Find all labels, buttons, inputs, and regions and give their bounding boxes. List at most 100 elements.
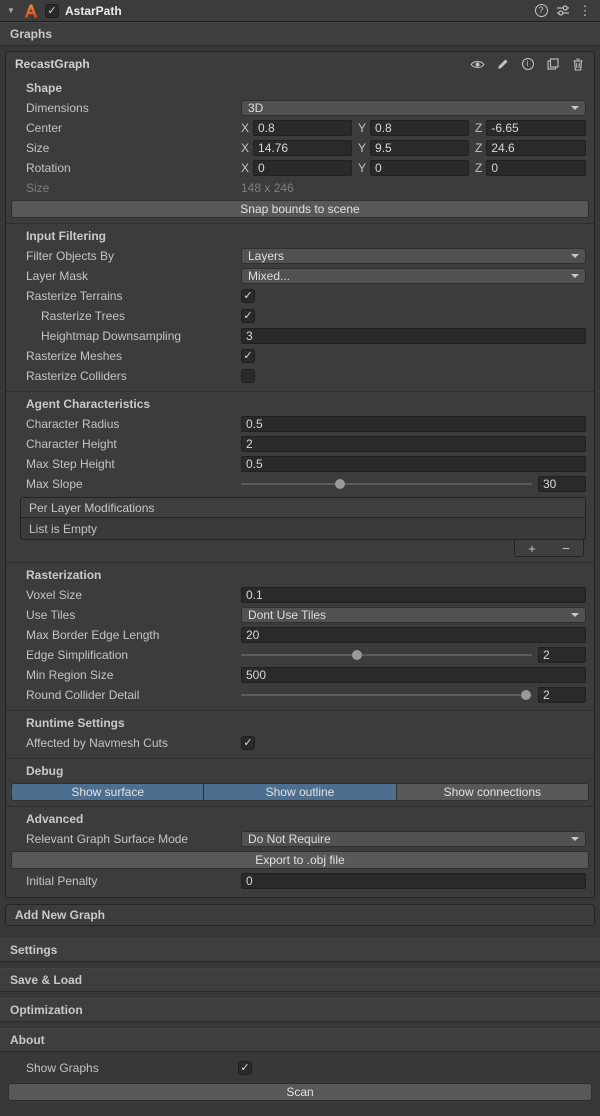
y-axis-label: Y xyxy=(358,141,366,155)
size-readonly-value: 148 x 246 xyxy=(241,181,294,195)
voxel-size-field[interactable]: 0.1 xyxy=(241,587,586,603)
divider xyxy=(6,223,594,224)
rotation-x-field[interactable]: 0 xyxy=(253,160,352,176)
show-graphs-checkbox[interactable]: ✓ xyxy=(238,1061,252,1075)
max-slope-field[interactable]: 30 xyxy=(538,476,586,492)
rasterize-colliders-label: Rasterize Colliders xyxy=(26,369,241,383)
divider xyxy=(6,758,594,759)
agent-characteristics-heading: Agent Characteristics xyxy=(6,394,594,414)
visibility-eye-icon[interactable] xyxy=(470,57,485,71)
center-x-field[interactable]: 0.8 xyxy=(253,120,352,136)
section-graphs[interactable]: Graphs xyxy=(0,22,600,46)
snap-bounds-button[interactable]: Snap bounds to scene xyxy=(11,200,589,218)
row-show-graphs: Show Graphs ✓ xyxy=(0,1058,600,1078)
affected-by-navmesh-cuts-label: Affected by Navmesh Cuts xyxy=(26,736,241,750)
show-surface-toggle[interactable]: Show surface xyxy=(11,783,204,801)
rasterize-colliders-checkbox[interactable] xyxy=(241,369,255,383)
info-icon[interactable]: i xyxy=(520,57,535,71)
recast-graph-panel: RecastGraph i xyxy=(5,51,595,898)
relevant-graph-surface-mode-dropdown[interactable]: Do Not Require xyxy=(241,831,586,847)
scan-button[interactable]: Scan xyxy=(8,1083,592,1101)
delete-trash-icon[interactable] xyxy=(570,57,585,71)
rasterize-terrains-checkbox[interactable]: ✓ xyxy=(241,289,255,303)
section-optimization[interactable]: Optimization xyxy=(0,998,600,1022)
export-obj-button[interactable]: Export to .obj file xyxy=(11,851,589,869)
astar-logo-icon xyxy=(23,3,39,19)
row-rotation: Rotation X0 Y0 Z0 xyxy=(6,158,594,178)
chevron-down-icon xyxy=(571,254,579,258)
slider-thumb[interactable] xyxy=(521,690,531,700)
row-max-slope: Max Slope 30 xyxy=(6,474,594,494)
center-z-field[interactable]: -6.65 xyxy=(486,120,586,136)
rasterize-trees-label: Rasterize Trees xyxy=(26,309,241,323)
row-rasterize-terrains: Rasterize Terrains ✓ xyxy=(6,286,594,306)
initial-penalty-field[interactable]: 0 xyxy=(241,873,586,889)
per-layer-modifications-header[interactable]: Per Layer Modifications xyxy=(20,497,586,517)
filter-objects-by-dropdown[interactable]: Layers xyxy=(241,248,586,264)
row-round-collider-detail: Round Collider Detail 2 xyxy=(6,685,594,705)
row-rasterize-colliders: Rasterize Colliders xyxy=(6,366,594,386)
section-settings[interactable]: Settings xyxy=(0,938,600,962)
list-add-button[interactable]: + xyxy=(515,540,549,556)
y-axis-label: Y xyxy=(358,121,366,135)
size-y-field[interactable]: 9.5 xyxy=(370,140,469,156)
max-step-height-field[interactable]: 0.5 xyxy=(241,456,586,472)
use-tiles-dropdown[interactable]: Dont Use Tiles xyxy=(241,607,586,623)
rasterize-meshes-checkbox[interactable]: ✓ xyxy=(241,349,255,363)
presets-icon[interactable] xyxy=(555,3,571,19)
help-glyph: ? xyxy=(535,4,548,17)
component-enabled-checkbox[interactable]: ✓ xyxy=(45,4,59,18)
row-size-readonly: Size 148 x 246 xyxy=(6,178,594,198)
heightmap-downsampling-field[interactable]: 3 xyxy=(241,328,586,344)
row-character-radius: Character Radius 0.5 xyxy=(6,414,594,434)
layer-mask-dropdown[interactable]: Mixed... xyxy=(241,268,586,284)
center-label: Center xyxy=(26,121,241,135)
rasterize-trees-checkbox[interactable]: ✓ xyxy=(241,309,255,323)
add-new-graph-button[interactable]: Add New Graph xyxy=(5,904,595,926)
size-x-field[interactable]: 14.76 xyxy=(253,140,352,156)
rotation-z-field[interactable]: 0 xyxy=(486,160,586,176)
chevron-down-icon xyxy=(571,837,579,841)
per-layer-modifications-body: List is Empty xyxy=(20,517,586,540)
component-title: AstarPath xyxy=(65,4,122,18)
foldout-arrow-icon[interactable]: ▼ xyxy=(7,6,17,15)
chevron-down-icon xyxy=(571,613,579,617)
slider-thumb[interactable] xyxy=(352,650,362,660)
round-collider-detail-slider[interactable] xyxy=(241,687,532,703)
section-save-load[interactable]: Save & Load xyxy=(0,968,600,992)
show-graphs-label: Show Graphs xyxy=(26,1061,238,1075)
character-height-field[interactable]: 2 xyxy=(241,436,586,452)
character-radius-field[interactable]: 0.5 xyxy=(241,416,586,432)
edit-pencil-icon[interactable] xyxy=(495,57,510,71)
x-axis-label: X xyxy=(241,161,249,175)
round-collider-detail-field[interactable]: 2 xyxy=(538,687,586,703)
debug-toggle-group: Show surface Show outline Show connectio… xyxy=(11,783,589,801)
max-slope-slider[interactable] xyxy=(241,476,532,492)
edge-simplification-slider[interactable] xyxy=(241,647,532,663)
dimensions-label: Dimensions xyxy=(26,101,241,115)
min-region-size-field[interactable]: 500 xyxy=(241,667,586,683)
row-max-step-height: Max Step Height 0.5 xyxy=(6,454,594,474)
dimensions-dropdown[interactable]: 3D xyxy=(241,100,586,116)
size-z-field[interactable]: 24.6 xyxy=(486,140,586,156)
section-about[interactable]: About xyxy=(0,1028,600,1052)
input-filtering-heading: Input Filtering xyxy=(6,226,594,246)
help-icon[interactable]: ? xyxy=(533,3,549,19)
edge-simplification-field[interactable]: 2 xyxy=(538,647,586,663)
max-border-edge-length-label: Max Border Edge Length xyxy=(26,628,241,642)
more-options-icon[interactable]: ⋮ xyxy=(577,3,593,19)
slider-thumb[interactable] xyxy=(335,479,345,489)
max-border-edge-length-field[interactable]: 20 xyxy=(241,627,586,643)
affected-by-navmesh-cuts-checkbox[interactable]: ✓ xyxy=(241,736,255,750)
show-connections-toggle[interactable]: Show connections xyxy=(397,783,589,801)
list-remove-button[interactable]: − xyxy=(549,540,583,556)
row-initial-penalty: Initial Penalty 0 xyxy=(6,871,594,891)
section-optimization-label: Optimization xyxy=(10,1003,83,1017)
rotation-y-field[interactable]: 0 xyxy=(370,160,469,176)
duplicate-icon[interactable] xyxy=(545,57,560,71)
show-outline-toggle[interactable]: Show outline xyxy=(204,783,396,801)
center-y-field[interactable]: 0.8 xyxy=(370,120,469,136)
per-layer-modifications-list: Per Layer Modifications List is Empty + … xyxy=(20,497,586,557)
edge-simplification-label: Edge Simplification xyxy=(26,648,241,662)
heightmap-downsampling-label: Heightmap Downsampling xyxy=(26,329,241,343)
